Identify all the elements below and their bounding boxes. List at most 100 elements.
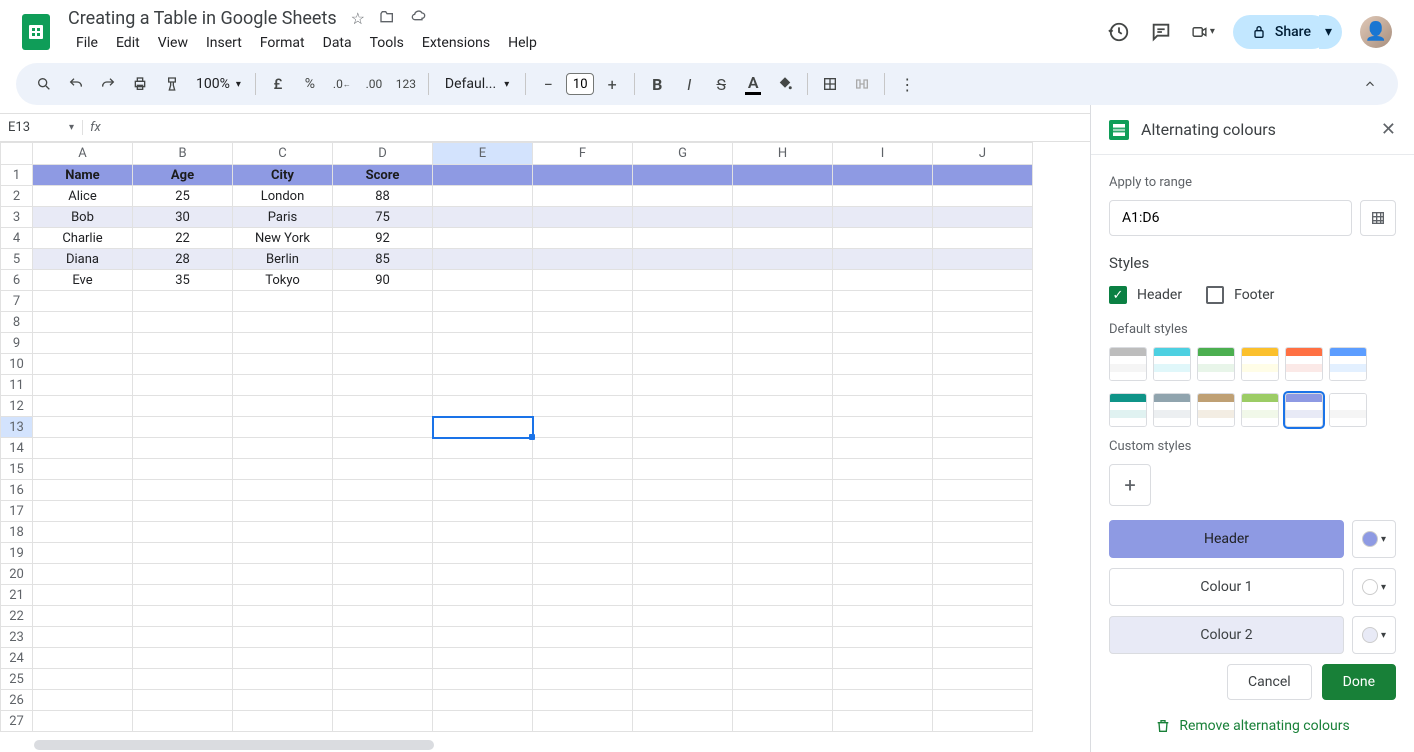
cell-H2[interactable] (733, 186, 833, 207)
cell-B24[interactable] (133, 648, 233, 669)
cell-B20[interactable] (133, 564, 233, 585)
cell-G10[interactable] (633, 354, 733, 375)
cell-A6[interactable]: Eve (33, 270, 133, 291)
cell-B3[interactable]: 30 (133, 207, 233, 228)
col-header-G[interactable]: G (633, 143, 733, 165)
row-header-9[interactable]: 9 (1, 333, 33, 354)
cell-I8[interactable] (833, 312, 933, 333)
meet-icon[interactable]: ▾ (1191, 20, 1215, 44)
cell-I5[interactable] (833, 249, 933, 270)
cell-B5[interactable]: 28 (133, 249, 233, 270)
cell-E1[interactable] (433, 165, 533, 186)
cell-E5[interactable] (433, 249, 533, 270)
currency-icon[interactable]: £ (264, 70, 292, 98)
cell-H22[interactable] (733, 606, 833, 627)
cell-F3[interactable] (533, 207, 633, 228)
history-icon[interactable] (1107, 20, 1131, 44)
row-header-4[interactable]: 4 (1, 228, 33, 249)
cell-I1[interactable] (833, 165, 933, 186)
cell-E13[interactable] (433, 417, 533, 438)
cell-G1[interactable] (633, 165, 733, 186)
cell-C26[interactable] (233, 690, 333, 711)
row-header-22[interactable]: 22 (1, 606, 33, 627)
cell-E6[interactable] (433, 270, 533, 291)
colour1-picker[interactable]: ▾ (1352, 568, 1396, 606)
cell-B16[interactable] (133, 480, 233, 501)
cell-C7[interactable] (233, 291, 333, 312)
cell-G4[interactable] (633, 228, 733, 249)
style-swatch[interactable] (1197, 347, 1235, 381)
cell-J6[interactable] (933, 270, 1033, 291)
style-swatch[interactable] (1153, 393, 1191, 427)
footer-checkbox[interactable]: Footer (1206, 286, 1274, 304)
cell-H23[interactable] (733, 627, 833, 648)
col-header-H[interactable]: H (733, 143, 833, 165)
cell-E12[interactable] (433, 396, 533, 417)
cell-H16[interactable] (733, 480, 833, 501)
menu-extensions[interactable]: Extensions (414, 31, 498, 55)
cell-J15[interactable] (933, 459, 1033, 480)
cell-B12[interactable] (133, 396, 233, 417)
cell-J23[interactable] (933, 627, 1033, 648)
cell-C1[interactable]: City (233, 165, 333, 186)
cell-B1[interactable]: Age (133, 165, 233, 186)
cell-C6[interactable]: Tokyo (233, 270, 333, 291)
style-swatch[interactable] (1285, 393, 1323, 427)
cell-F10[interactable] (533, 354, 633, 375)
increase-font-icon[interactable]: + (598, 70, 626, 98)
cell-H9[interactable] (733, 333, 833, 354)
cell-A20[interactable] (33, 564, 133, 585)
menu-format[interactable]: Format (252, 31, 313, 55)
cell-A22[interactable] (33, 606, 133, 627)
cell-A13[interactable] (33, 417, 133, 438)
cell-J12[interactable] (933, 396, 1033, 417)
row-header-25[interactable]: 25 (1, 669, 33, 690)
cell-H10[interactable] (733, 354, 833, 375)
cell-G8[interactable] (633, 312, 733, 333)
cell-J22[interactable] (933, 606, 1033, 627)
cell-B9[interactable] (133, 333, 233, 354)
horizontal-scrollbar[interactable] (34, 740, 434, 750)
col-header-A[interactable]: A (33, 143, 133, 165)
cell-F12[interactable] (533, 396, 633, 417)
cell-I23[interactable] (833, 627, 933, 648)
cell-J18[interactable] (933, 522, 1033, 543)
add-custom-style-button[interactable]: + (1109, 464, 1151, 506)
cell-C12[interactable] (233, 396, 333, 417)
cell-E22[interactable] (433, 606, 533, 627)
decrease-decimal-icon[interactable]: .0← (328, 70, 356, 98)
col-header-I[interactable]: I (833, 143, 933, 165)
cell-F25[interactable] (533, 669, 633, 690)
cell-I27[interactable] (833, 711, 933, 732)
cell-F26[interactable] (533, 690, 633, 711)
cell-A17[interactable] (33, 501, 133, 522)
cell-G25[interactable] (633, 669, 733, 690)
cell-I14[interactable] (833, 438, 933, 459)
cell-C16[interactable] (233, 480, 333, 501)
cell-A18[interactable] (33, 522, 133, 543)
cell-B15[interactable] (133, 459, 233, 480)
cell-J3[interactable] (933, 207, 1033, 228)
cell-B25[interactable] (133, 669, 233, 690)
cell-I4[interactable] (833, 228, 933, 249)
cell-G3[interactable] (633, 207, 733, 228)
cell-F22[interactable] (533, 606, 633, 627)
cell-E21[interactable] (433, 585, 533, 606)
sheets-logo[interactable] (22, 14, 50, 50)
cell-J9[interactable] (933, 333, 1033, 354)
row-header-23[interactable]: 23 (1, 627, 33, 648)
select-all-corner[interactable] (1, 143, 33, 165)
cell-C3[interactable]: Paris (233, 207, 333, 228)
cell-D24[interactable] (333, 648, 433, 669)
cell-D12[interactable] (333, 396, 433, 417)
cell-D11[interactable] (333, 375, 433, 396)
cell-D1[interactable]: Score (333, 165, 433, 186)
cell-C25[interactable] (233, 669, 333, 690)
more-formats-icon[interactable]: 123 (392, 70, 420, 98)
text-color-icon[interactable]: A (739, 70, 767, 98)
cell-J5[interactable] (933, 249, 1033, 270)
cell-E9[interactable] (433, 333, 533, 354)
cell-B2[interactable]: 25 (133, 186, 233, 207)
cell-G21[interactable] (633, 585, 733, 606)
row-header-7[interactable]: 7 (1, 291, 33, 312)
